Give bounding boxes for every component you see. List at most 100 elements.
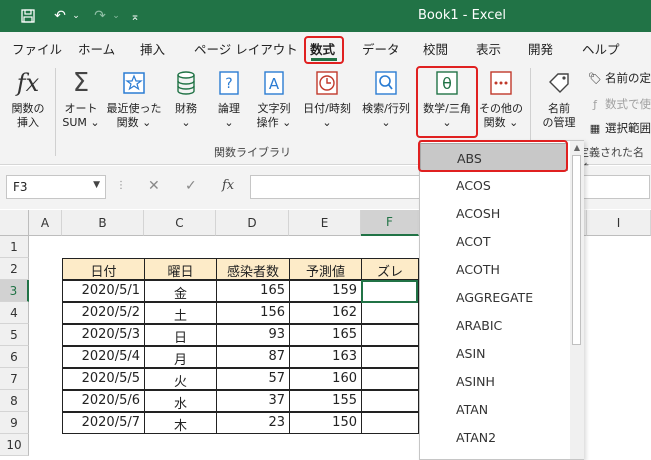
table-cell[interactable]: 93 [216,324,290,346]
table-cell[interactable]: 155 [289,390,362,412]
row-header-2[interactable]: 2 [0,258,29,280]
table-cell[interactable] [361,302,419,324]
table-cell[interactable] [361,324,419,346]
table-header-date[interactable]: 日付 [62,258,145,280]
financial-button[interactable]: 財務 ⌄ [166,62,206,142]
logical-button[interactable]: ? 論理 ⌄ [208,62,250,142]
dropdown-item-asinh[interactable]: ASINH [420,367,568,395]
table-cell[interactable]: 163 [289,346,362,368]
row-header-7[interactable]: 7 [0,368,29,390]
row-header-6[interactable]: 6 [0,346,29,368]
table-cell[interactable]: 日 [144,324,217,346]
table-cell[interactable]: 2020/5/1 [62,280,145,302]
table-cell[interactable]: 月 [144,346,217,368]
table-cell[interactable]: 2020/5/5 [62,368,145,390]
insert-function-icon[interactable]: fx [222,178,234,193]
dropdown-item-arabic[interactable]: ARABIC [420,311,568,339]
text-button[interactable]: A 文字列 操作 ⌄ [250,62,298,142]
table-cell[interactable]: 2020/5/7 [62,412,145,434]
table-cell[interactable]: 2020/5/2 [62,302,145,324]
row-header-1[interactable]: 1 [0,236,29,258]
table-cell[interactable]: 木 [144,412,217,434]
define-name-button[interactable]: 🏷 名前の定 [588,70,651,86]
tab-help[interactable]: ヘルプ [582,39,620,58]
table-cell[interactable]: 57 [216,368,290,390]
table-cell[interactable]: 水 [144,390,217,412]
row-header-4[interactable]: 4 [0,302,29,324]
tab-developer[interactable]: 開発 [528,39,553,58]
more-functions-button[interactable]: その他の 関数 ⌄ [476,62,526,142]
column-header-a[interactable]: A [29,210,62,236]
tab-file[interactable]: ファイル [12,39,62,58]
tab-insert[interactable]: 挿入 [140,39,165,58]
dropdown-item-atan[interactable]: ATAN [420,395,568,423]
lookup-reference-button[interactable]: 検索/行列 ⌄ [356,62,416,142]
table-cell[interactable] [361,368,419,390]
row-header-9[interactable]: 9 [0,412,29,434]
table-cell[interactable]: 2020/5/4 [62,346,145,368]
scroll-up-icon[interactable]: ▲ [570,143,584,155]
table-cell[interactable]: 87 [216,346,290,368]
tab-review[interactable]: 校閲 [423,39,448,58]
dropdown-item-acot[interactable]: ACOT [420,227,568,255]
table-header-deviation[interactable]: ズレ [361,258,419,280]
table-cell[interactable]: 160 [289,368,362,390]
recently-used-button[interactable]: 最近使った 関数 ⌄ [104,62,164,142]
table-cell[interactable]: 165 [216,280,290,302]
column-header-f[interactable]: F [361,210,419,236]
name-manager-button[interactable]: 名前 の管理 [536,62,582,142]
table-cell[interactable]: 159 [289,280,362,302]
dropdown-item-acos[interactable]: ACOS [420,171,568,199]
dropdown-item-acosh[interactable]: ACOSH [420,199,568,227]
tab-page-layout[interactable]: ページ レイアウト [194,39,298,58]
table-cell[interactable]: 23 [216,412,290,434]
autosum-button[interactable]: Σ オート SUM ⌄ [58,62,104,142]
table-cell[interactable]: 2020/5/6 [62,390,145,412]
dropdown-item-aggregate[interactable]: AGGREGATE [420,283,568,311]
row-header-8[interactable]: 8 [0,390,29,412]
annotation-box-math-trig [416,66,478,138]
table-cell[interactable]: 土 [144,302,217,324]
column-header-e[interactable]: E [289,210,361,236]
table-cell[interactable] [361,346,419,368]
undo-dropdown-icon[interactable]: ⌄ [70,6,82,26]
chevron-down-icon[interactable]: ▼ [93,180,100,190]
table-cell[interactable]: 162 [289,302,362,324]
undo-icon[interactable]: ↶ [50,6,70,26]
date-time-button[interactable]: 日付/時刻 ⌄ [298,62,356,142]
table-header-weekday[interactable]: 曜日 [144,258,217,280]
table-cell[interactable] [361,412,419,434]
row-header-5[interactable]: 5 [0,324,29,346]
table-cell[interactable]: 37 [216,390,290,412]
create-from-selection-button[interactable]: ▦ 選択範囲 [588,120,651,136]
table-cell[interactable]: 156 [216,302,290,324]
column-header-d[interactable]: D [216,210,289,236]
select-all-corner[interactable] [0,210,29,236]
column-header-b[interactable]: B [62,210,144,236]
dropdown-item-atan2[interactable]: ATAN2 [420,423,568,451]
active-cell-f3[interactable] [361,280,418,303]
column-header-c[interactable]: C [144,210,216,236]
table-header-cases[interactable]: 感染者数 [216,258,290,280]
table-header-forecast[interactable]: 予測値 [289,258,362,280]
customize-qat-icon[interactable]: ⌅ [128,6,142,26]
table-cell[interactable]: 165 [289,324,362,346]
row-header-3[interactable]: 3 [0,280,29,302]
table-cell[interactable] [361,390,419,412]
tab-view[interactable]: 表示 [476,39,501,58]
table-cell[interactable]: 2020/5/3 [62,324,145,346]
save-icon[interactable] [18,6,38,26]
dropdown-scroll-thumb[interactable] [572,155,581,345]
drag-handle-icon[interactable]: ⋮ [116,180,126,191]
tab-data[interactable]: データ [362,39,400,58]
dropdown-item-acoth[interactable]: ACOTH [420,255,568,283]
table-cell[interactable]: 金 [144,280,217,302]
row-header-10[interactable]: 10 [0,434,29,456]
insert-function-button[interactable]: fx 関数の 挿入 [4,62,52,142]
dropdown-item-asin[interactable]: ASIN [420,339,568,367]
table-cell[interactable]: 150 [289,412,362,434]
column-header-i[interactable]: I [587,210,651,236]
table-cell[interactable]: 火 [144,368,217,390]
tab-home[interactable]: ホーム [78,39,115,58]
name-box[interactable]: F3 ▼ [6,175,106,199]
